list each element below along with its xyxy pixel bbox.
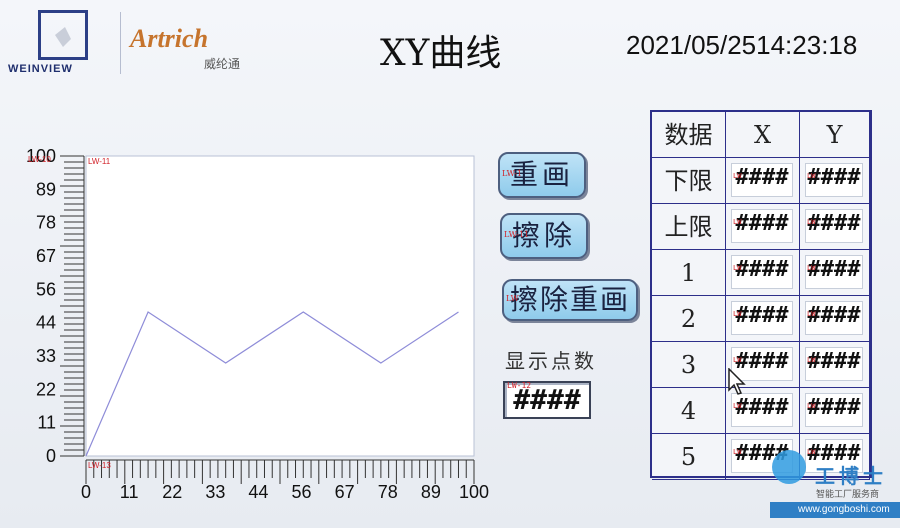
numeric-input-y[interactable]: LW #### [805, 347, 863, 381]
field-tag: LW [733, 310, 742, 318]
field-tag: LW [807, 402, 816, 410]
mouse-pointer-icon [728, 368, 746, 395]
numeric-input-x[interactable]: LW #### [731, 393, 793, 427]
plot-area [85, 155, 475, 457]
button-tag: LW-1 [502, 169, 523, 178]
table-row-label: 4 [652, 388, 726, 434]
numeric-input-value: #### [807, 165, 861, 190]
x-tick-label: 33 [205, 482, 225, 502]
hmi-screen: WEINVIEW Artrich 威纶通 XY曲线 2021/05/2514:2… [0, 0, 900, 528]
numeric-input-y[interactable]: LW #### [805, 301, 863, 335]
numeric-input-x[interactable]: LW #### [731, 163, 793, 197]
erase-redraw-button-label: 擦除重画 [509, 283, 630, 316]
numeric-input-value: #### [807, 257, 861, 282]
numeric-input-x[interactable]: LW #### [731, 301, 793, 335]
field-tag: LW [733, 172, 742, 180]
numeric-input-value: #### [807, 349, 861, 374]
table-header-cell: Y [800, 112, 870, 158]
x-tick-label: 100 [459, 482, 489, 502]
table-row-label: 2 [652, 296, 726, 342]
numeric-input-value: #### [807, 211, 861, 236]
erase-redraw-button[interactable]: LW 擦除重画 [502, 279, 638, 321]
y-tick-label: 78 [36, 213, 56, 233]
y-tick-label: 44 [36, 313, 56, 333]
numeric-input-y[interactable]: LW #### [805, 255, 863, 289]
data-table: 数据 X Y 下限 LW #### LW #### 上限 LW #### LW #### 1 LW #### L… [650, 110, 872, 480]
erase-button[interactable]: LW-11 擦除 [500, 213, 588, 259]
watermark-brand: 工博士 [815, 464, 887, 488]
field-tag: LW [807, 356, 816, 364]
chart-tag-bottom: LW-13 [88, 461, 111, 470]
table-row-label: 下限 [652, 158, 726, 204]
table-row-label: 上限 [652, 204, 726, 250]
x-tick-label: 89 [421, 482, 441, 502]
redraw-button[interactable]: LW-1 重画 [498, 152, 586, 198]
display-points-label: 显示点数 [505, 351, 597, 373]
table-row-label: 5 [652, 434, 726, 480]
y-tick-label: 0 [46, 446, 56, 466]
table-row-label: 3 [652, 342, 726, 388]
x-tick-label: 22 [162, 482, 182, 502]
table-header-cell: 数据 [652, 112, 726, 158]
button-tag: LW [506, 294, 519, 303]
display-points-input[interactable]: LW-12 #### [503, 381, 591, 419]
numeric-input-y[interactable]: LW #### [805, 209, 863, 243]
numeric-input-x[interactable]: LW #### [731, 209, 793, 243]
field-tag: LW [733, 402, 742, 410]
numeric-input-value: #### [735, 211, 789, 236]
x-tick-label: 78 [378, 482, 398, 502]
numeric-input-y[interactable]: LW #### [805, 393, 863, 427]
button-tag: LW-11 [504, 230, 530, 239]
numeric-input-x[interactable]: LW #### [731, 255, 793, 289]
watermark-url: www.gongboshi.com [798, 504, 890, 515]
field-tag: LW [733, 264, 742, 272]
watermark-subtitle: 智能工厂服务商 [816, 489, 880, 499]
numeric-input-value: #### [807, 303, 861, 328]
table-row-label: 1 [652, 250, 726, 296]
y-tick-label: 22 [36, 379, 56, 399]
field-tag: LW [807, 218, 816, 226]
x-tick-label: 0 [81, 482, 91, 502]
chart-tag-top-left: LW-10 [28, 155, 51, 164]
x-tick-label: 11 [120, 482, 139, 502]
y-tick-label: 67 [36, 246, 56, 266]
numeric-input-value: #### [735, 165, 789, 190]
x-tick-label: 44 [248, 482, 268, 502]
x-tick-label: 56 [292, 482, 312, 502]
field-tag: LW [733, 218, 742, 226]
y-tick-label: 33 [36, 346, 56, 366]
points-input-tag: LW-12 [507, 381, 532, 390]
table-header-cell: X [726, 112, 800, 158]
numeric-input-y[interactable]: LW #### [805, 163, 863, 197]
watermark-robot-icon [772, 450, 806, 484]
y-tick-label: 11 [37, 413, 56, 433]
numeric-input-value: #### [735, 303, 789, 328]
y-tick-label: 89 [36, 179, 56, 199]
watermark-url-bar: www.gongboshi.com [770, 502, 900, 518]
chart-tag-top: LW-11 [88, 157, 111, 166]
field-tag: LW [733, 448, 742, 456]
y-tick-label: 56 [36, 279, 56, 299]
numeric-input-value: #### [807, 395, 861, 420]
numeric-input-value: #### [735, 395, 789, 420]
field-tag: LW [807, 172, 816, 180]
field-tag: LW [807, 264, 816, 272]
field-tag: LW [807, 310, 816, 318]
x-tick-label: 67 [335, 482, 355, 502]
numeric-input-value: #### [735, 257, 789, 282]
